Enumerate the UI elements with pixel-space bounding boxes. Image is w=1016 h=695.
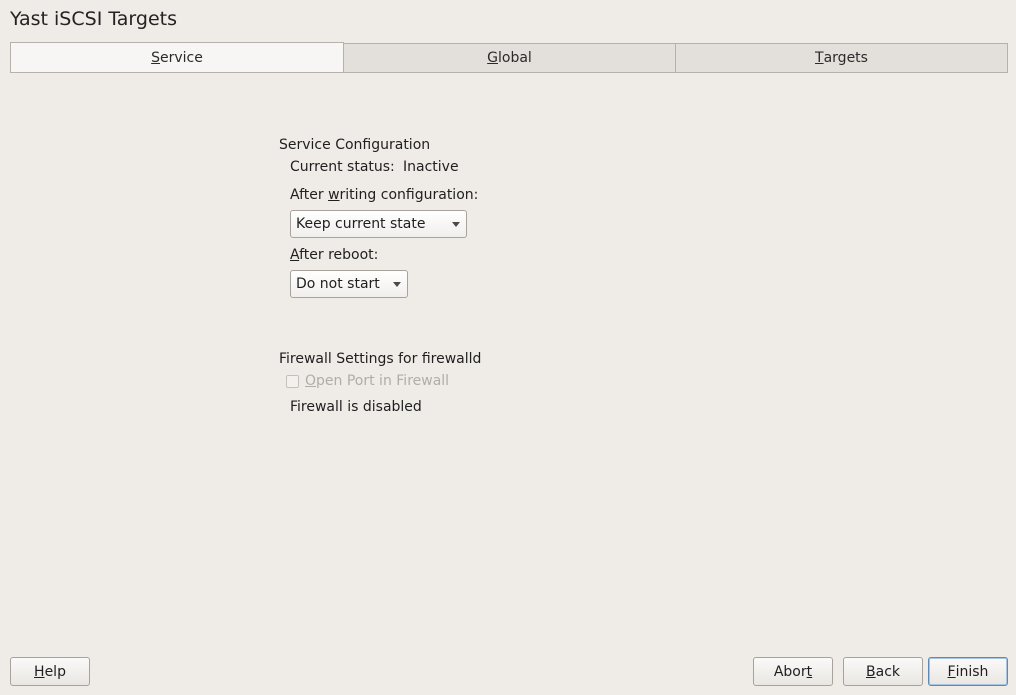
current-status-label: Current status: (290, 159, 395, 175)
service-configuration-heading: Service Configuration (279, 137, 431, 153)
finish-button[interactable]: Finish (928, 657, 1008, 686)
firewall-status: Firewall is disabled (290, 399, 422, 415)
tab-targets-mnemonic: T (815, 50, 824, 66)
after-reboot-select[interactable]: Do not start (290, 270, 408, 298)
open-port-label: Open Port in Firewall (305, 373, 450, 389)
firewall-settings-heading: Firewall Settings for firewalld (279, 351, 482, 367)
open-port-checkbox-row: Open Port in Firewall (286, 373, 449, 389)
tab-global-mnemonic: G (487, 50, 499, 66)
chevron-down-icon (393, 282, 401, 287)
back-button[interactable]: Back (843, 657, 923, 686)
after-writing-select-value: Keep current state (296, 216, 426, 232)
after-reboot-select-value: Do not start (296, 276, 380, 292)
after-writing-label: After writing configuration: (290, 187, 479, 203)
tab-service-mnemonic: S (151, 49, 161, 66)
tab-global[interactable]: Global (343, 43, 676, 73)
after-writing-select[interactable]: Keep current state (290, 210, 467, 238)
current-status-value: Inactive (403, 159, 459, 175)
help-button[interactable]: Help (10, 657, 90, 686)
window-title: Yast iSCSI Targets (10, 8, 178, 30)
tab-service[interactable]: Service (10, 42, 344, 73)
tab-divider (10, 72, 1008, 73)
chevron-down-icon (452, 222, 460, 227)
after-reboot-label: After reboot: (290, 247, 379, 263)
tab-bar: Service Global Targets (10, 42, 1008, 73)
abort-button[interactable]: Abor t (753, 657, 833, 686)
open-port-checkbox[interactable] (286, 374, 299, 388)
tab-targets[interactable]: Targets (675, 43, 1008, 73)
